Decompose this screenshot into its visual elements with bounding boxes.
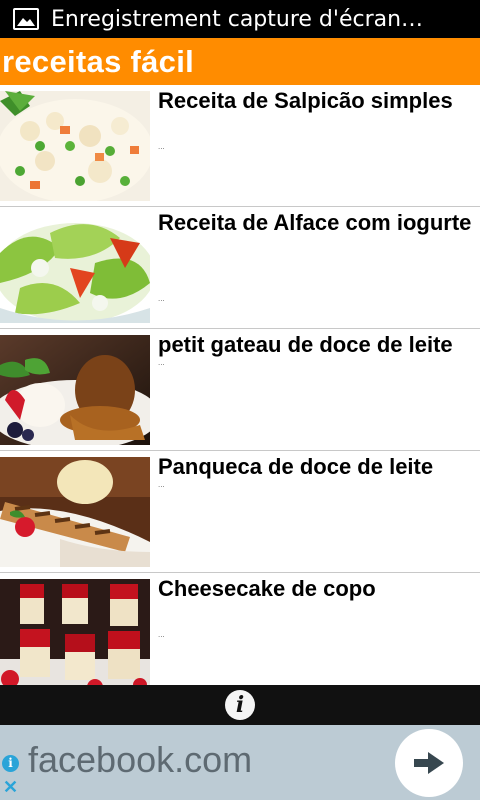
arrow-right-icon[interactable] [395,729,463,797]
recipe-item[interactable]: Cheesecake de copo ... [0,573,480,685]
ad-banner[interactable]: i ✕ facebook.com [0,725,480,800]
bottom-bar: i [0,685,480,725]
ad-text[interactable]: facebook.com [28,739,252,781]
image-icon [13,8,39,30]
recipe-item[interactable]: Panqueca de doce de leite ... [0,451,480,573]
recipe-title: petit gateau de doce de leite [158,332,453,357]
status-notification-text: Enregistrement capture d'écran… [51,6,424,32]
salpicao-salad-photo [0,91,150,201]
recipe-title: Receita de Salpicão simples [158,88,453,113]
recipe-title: Receita de Alface com iogurte [158,210,472,235]
petit-gateau-photo [0,335,150,445]
cheesecake-cups-photo [0,579,150,685]
recipe-title: Panqueca de doce de leite [158,454,434,479]
ad-info-icon[interactable]: i [2,755,19,772]
info-icon[interactable]: i [225,690,255,720]
recipe-item[interactable]: Receita de Salpicão simples ... [0,85,480,207]
ad-close-icon[interactable]: ✕ [3,777,18,797]
recipe-description: ... [158,294,165,303]
recipe-description: ... [158,358,165,367]
recipe-item[interactable]: petit gateau de doce de leite ... [0,329,480,451]
recipe-list[interactable]: Receita de Salpicão simples ... Receita … [0,85,480,685]
recipe-description: ... [158,480,165,489]
status-bar: Enregistrement capture d'écran… [0,0,480,38]
pancake-photo [0,457,150,567]
recipe-description: ... [158,630,165,639]
recipe-title: Cheesecake de copo [158,576,376,601]
recipe-description: ... [158,142,165,151]
lettuce-salad-photo [0,213,150,323]
app-bar: receitas fácil [0,38,480,85]
recipe-item[interactable]: Receita de Alface com iogurte ... [0,207,480,329]
app-title: receitas fácil [2,43,195,79]
